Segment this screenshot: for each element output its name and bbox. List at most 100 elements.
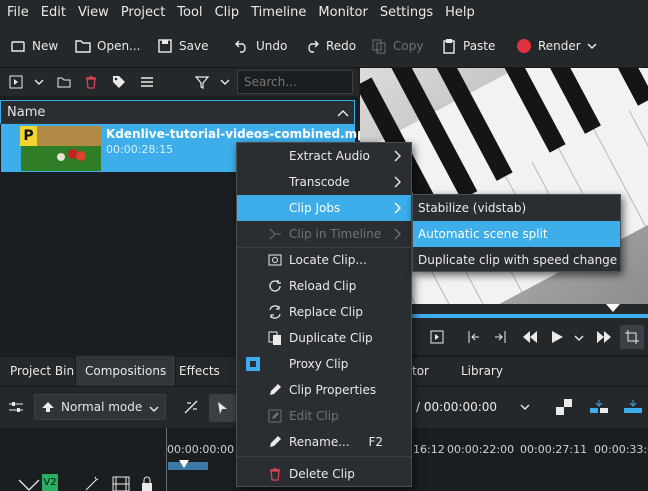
film-strip-icon[interactable] bbox=[112, 476, 130, 491]
paste-button[interactable]: Paste bbox=[441, 24, 495, 68]
save-button[interactable]: Save bbox=[157, 24, 208, 68]
menu-edit[interactable]: Edit bbox=[35, 5, 72, 20]
menu-item-extract-audio[interactable]: Extract Audio bbox=[237, 143, 411, 169]
filter-menu-button[interactable] bbox=[215, 72, 235, 92]
checkerboard-icon[interactable] bbox=[556, 399, 572, 415]
timeline-playhead[interactable] bbox=[179, 460, 189, 470]
menu-item-locate-clip[interactable]: Locate Clip... bbox=[237, 247, 411, 273]
chevron-down-icon bbox=[149, 406, 159, 412]
menu-item-rename[interactable]: Rename... F2 bbox=[237, 429, 411, 455]
timeline-settings-icon[interactable] bbox=[8, 400, 24, 414]
normal-mode-icon bbox=[42, 402, 54, 412]
edit-mode-label: Normal mode bbox=[61, 400, 143, 414]
clip-duration: 00:00:28:15 bbox=[106, 143, 174, 156]
fast-forward-icon[interactable] bbox=[596, 330, 612, 344]
undo-button[interactable]: Undo bbox=[234, 24, 287, 68]
effects-wand-icon[interactable] bbox=[84, 476, 100, 491]
crop-button[interactable] bbox=[620, 325, 644, 349]
menu-item-duplicate-clip[interactable]: Duplicate Clip bbox=[237, 325, 411, 351]
add-clip-menu-button[interactable] bbox=[29, 72, 49, 92]
open-label: Open... bbox=[97, 39, 141, 53]
set-zone-in-icon[interactable] bbox=[466, 330, 480, 344]
overwrite-track-icon[interactable] bbox=[623, 399, 643, 415]
proxy-checkbox[interactable] bbox=[246, 357, 260, 371]
menu-item-delete-clip[interactable]: Delete Clip bbox=[237, 461, 411, 487]
tab-compositions[interactable]: Compositions bbox=[75, 356, 177, 386]
redo-button[interactable]: Redo bbox=[304, 24, 356, 68]
cursor-arrow-icon bbox=[218, 402, 227, 414]
ruler-label: 16:12 bbox=[413, 443, 445, 456]
save-label: Save bbox=[179, 39, 209, 53]
insert-track-icon[interactable] bbox=[589, 399, 609, 415]
clip-jobs-submenu: Stabilize (vidstab) Automatic scene spli… bbox=[412, 194, 621, 272]
menu-item-clip-in-timeline[interactable]: Clip in Timeline bbox=[237, 221, 411, 247]
submenu-item-scene-split[interactable]: Automatic scene split bbox=[413, 221, 620, 247]
menu-monitor[interactable]: Monitor bbox=[312, 5, 373, 20]
submenu-item-speed-change[interactable]: Duplicate clip with speed change bbox=[413, 247, 620, 273]
render-button[interactable]: Render bbox=[516, 24, 581, 68]
menu-item-proxy-clip[interactable]: Proxy Clip bbox=[237, 351, 411, 377]
chevron-down-icon bbox=[220, 79, 230, 85]
menu-item-label: Clip Properties bbox=[289, 383, 377, 397]
set-zone-out-icon[interactable] bbox=[494, 330, 508, 344]
ruler-label: 00:00:22:00 bbox=[447, 443, 515, 456]
add-folder-button[interactable] bbox=[54, 72, 74, 92]
chevron-down-icon[interactable] bbox=[520, 402, 530, 412]
menu-project[interactable]: Project bbox=[115, 5, 171, 20]
razor-tool-icon[interactable] bbox=[183, 399, 201, 415]
menu-file[interactable]: File bbox=[0, 5, 35, 20]
clip-in-timeline-icon bbox=[269, 228, 281, 240]
tab-library[interactable]: Library bbox=[452, 356, 512, 386]
menu-settings[interactable]: Settings bbox=[374, 5, 439, 20]
bin-search-input[interactable] bbox=[237, 70, 353, 94]
submenu-item-stabilize[interactable]: Stabilize (vidstab) bbox=[413, 195, 620, 221]
edit-mode-select[interactable]: Normal mode bbox=[34, 394, 166, 420]
tag-button[interactable] bbox=[109, 72, 129, 92]
menu-tool[interactable]: Tool bbox=[171, 5, 208, 20]
chevron-up-icon bbox=[337, 110, 349, 117]
menu-item-label: Extract Audio bbox=[289, 149, 370, 163]
tab-project-bin[interactable]: Project Bin bbox=[1, 356, 83, 386]
copy-button[interactable]: Copy bbox=[371, 24, 423, 68]
paste-icon bbox=[443, 39, 455, 54]
copy-label: Copy bbox=[393, 39, 424, 53]
menu-item-clip-properties[interactable]: Clip Properties bbox=[237, 377, 411, 403]
rename-pencil-icon bbox=[270, 436, 281, 447]
collapse-track-icon[interactable] bbox=[18, 478, 40, 491]
menu-help[interactable]: Help bbox=[439, 5, 481, 20]
menu-item-clip-jobs[interactable]: Clip Jobs bbox=[237, 195, 411, 221]
menu-item-reload-clip[interactable]: Reload Clip bbox=[237, 273, 411, 299]
selection-tool-button[interactable] bbox=[209, 394, 236, 422]
menu-item-label: Edit Clip bbox=[289, 409, 339, 423]
menu-item-transcode[interactable]: Transcode bbox=[237, 169, 411, 195]
ruler-label: 00:00:33:0 bbox=[594, 443, 648, 456]
add-clip-icon bbox=[9, 75, 23, 89]
menu-item-replace-clip[interactable]: Replace Clip bbox=[237, 299, 411, 325]
menu-clip[interactable]: Clip bbox=[209, 5, 246, 20]
chevron-right-icon bbox=[394, 202, 401, 214]
render-menu-button[interactable] bbox=[586, 24, 604, 68]
rewind-icon[interactable] bbox=[522, 330, 538, 344]
bin-menu-button[interactable] bbox=[137, 72, 157, 92]
filter-button[interactable] bbox=[192, 72, 212, 92]
chevron-down-icon[interactable] bbox=[574, 333, 584, 343]
menu-item-edit-clip[interactable]: Edit Clip bbox=[237, 403, 411, 429]
tab-effects[interactable]: Effects bbox=[170, 356, 229, 386]
redo-icon bbox=[308, 40, 319, 53]
duplicate-icon bbox=[268, 331, 281, 345]
track-label-v2[interactable]: V2 bbox=[42, 474, 58, 491]
lock-icon[interactable] bbox=[140, 476, 154, 491]
menu-item-label: Rename... bbox=[289, 435, 350, 449]
bin-column-header[interactable]: Name bbox=[0, 100, 355, 124]
add-clip-button[interactable] bbox=[6, 72, 26, 92]
play-icon[interactable] bbox=[550, 330, 564, 344]
menu-timeline[interactable]: Timeline bbox=[245, 5, 312, 20]
delete-clip-button[interactable] bbox=[81, 72, 101, 92]
chevron-down-icon bbox=[34, 79, 44, 85]
redo-label: Redo bbox=[326, 39, 357, 53]
monitor-overlay-icon[interactable] bbox=[430, 330, 444, 344]
open-button[interactable]: Open... bbox=[75, 24, 141, 68]
new-button[interactable]: New bbox=[10, 24, 58, 68]
menu-view[interactable]: View bbox=[72, 5, 115, 20]
save-icon bbox=[158, 39, 172, 53]
